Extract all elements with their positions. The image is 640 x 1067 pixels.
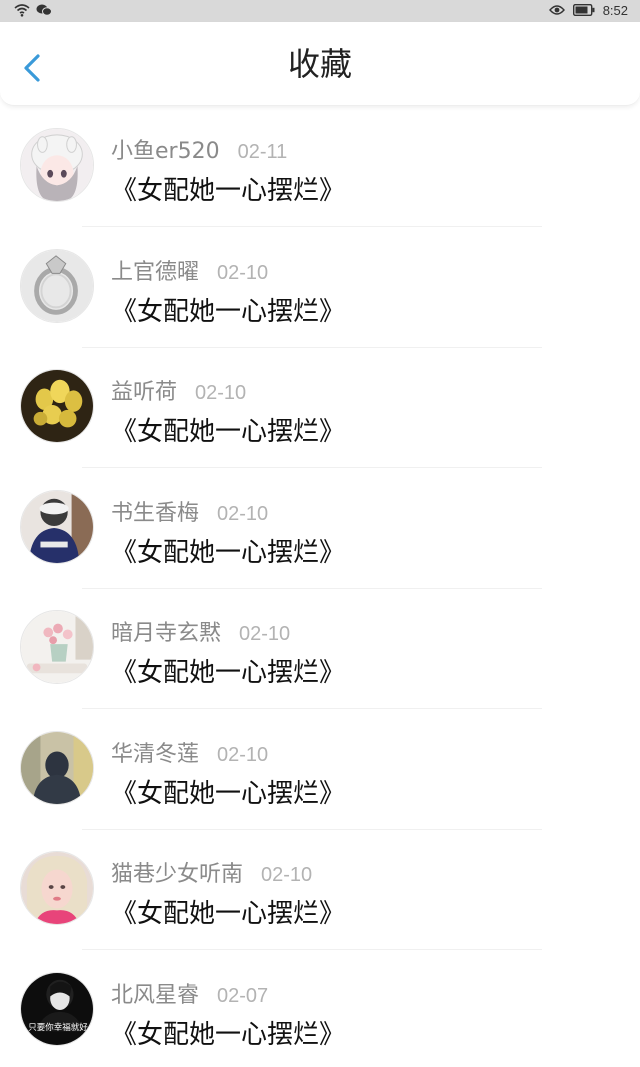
header-bar: 收藏 <box>0 22 640 106</box>
username[interactable]: 小鱼er520 <box>111 133 220 165</box>
username[interactable]: 华清冬莲 <box>111 736 199 768</box>
date: 02-10 <box>195 382 247 404</box>
item-meta: 益听荷 02-10 <box>111 374 246 406</box>
avatar[interactable] <box>20 369 94 443</box>
username[interactable]: 益听荷 <box>111 374 177 406</box>
favorite-item[interactable]: 猫巷少女听南 02-10 《女配她一心摆烂》 <box>0 829 640 950</box>
date: 02-10 <box>217 261 269 284</box>
favorite-item[interactable]: 益听荷 02-10 《女配她一心摆烂》 <box>0 347 640 468</box>
avatar[interactable] <box>20 489 94 564</box>
book-title[interactable]: 《女配她一心摆烂》 <box>111 773 345 810</box>
book-title[interactable]: 《女配她一心摆烂》 <box>111 532 345 569</box>
favorite-item[interactable]: 书生香梅 02-10 《女配她一心摆烂》 <box>0 468 640 589</box>
avatar[interactable] <box>20 851 94 925</box>
book-title[interactable]: 《女配她一心摆烂》 <box>111 170 345 207</box>
username[interactable]: 暗月寺玄黙 <box>111 615 221 647</box>
username[interactable]: 猫巷少女听南 <box>111 856 243 888</box>
item-meta: 小鱼er520 02-11 <box>111 133 287 165</box>
date: 02-10 <box>217 743 269 766</box>
date: 02-11 <box>237 141 288 163</box>
favorite-item[interactable]: 只要你幸福就好 北风星睿 02-07 《女配她一心摆烂》 <box>0 950 640 1067</box>
book-title[interactable]: 《女配她一心摆烂》 <box>111 1014 345 1051</box>
date: 02-10 <box>239 623 291 645</box>
book-title[interactable]: 《女配她一心摆烂》 <box>111 893 345 930</box>
back-button[interactable] <box>16 48 52 88</box>
avatar[interactable] <box>20 730 94 805</box>
favorite-item[interactable]: 暗月寺玄黙 02-10 《女配她一心摆烂》 <box>0 588 640 709</box>
item-meta: 暗月寺玄黙 02-10 <box>111 615 290 647</box>
item-meta: 猫巷少女听南 02-10 <box>111 856 312 888</box>
favorite-item[interactable]: 华清冬莲 02-10 《女配她一心摆烂》 <box>0 709 640 830</box>
avatar[interactable]: 只要你幸福就好 <box>20 971 94 1046</box>
date: 02-10 <box>217 502 269 525</box>
item-meta: 书生香梅 02-10 <box>111 495 268 527</box>
date: 02-10 <box>261 864 313 886</box>
favorite-item[interactable]: 小鱼er520 02-11 《女配她一心摆烂》 <box>0 106 640 227</box>
book-title[interactable]: 《女配她一心摆烂》 <box>111 411 345 448</box>
chevron-left-icon <box>24 54 40 82</box>
favorites-list: 小鱼er520 02-11 《女配她一心摆烂》 上官德曜 02-10 《女配她一… <box>0 106 640 1067</box>
item-meta: 华清冬莲 02-10 <box>111 736 268 768</box>
avatar[interactable] <box>20 610 94 684</box>
avatar[interactable] <box>20 128 94 202</box>
username[interactable]: 书生香梅 <box>111 495 199 527</box>
page-title: 收藏 <box>287 45 352 83</box>
item-meta: 上官德曜 02-10 <box>111 254 268 286</box>
book-title[interactable]: 《女配她一心摆烂》 <box>111 291 345 328</box>
avatar[interactable] <box>20 248 94 323</box>
avatar-caption: 只要你幸福就好 <box>28 1022 88 1033</box>
favorite-item[interactable]: 上官德曜 02-10 《女配她一心摆烂》 <box>0 227 640 348</box>
date: 02-07 <box>217 984 269 1007</box>
item-meta: 北风星睿 02-07 <box>111 977 268 1009</box>
username[interactable]: 北风星睿 <box>111 977 199 1009</box>
username[interactable]: 上官德曜 <box>111 254 199 286</box>
book-title[interactable]: 《女配她一心摆烂》 <box>111 652 345 689</box>
